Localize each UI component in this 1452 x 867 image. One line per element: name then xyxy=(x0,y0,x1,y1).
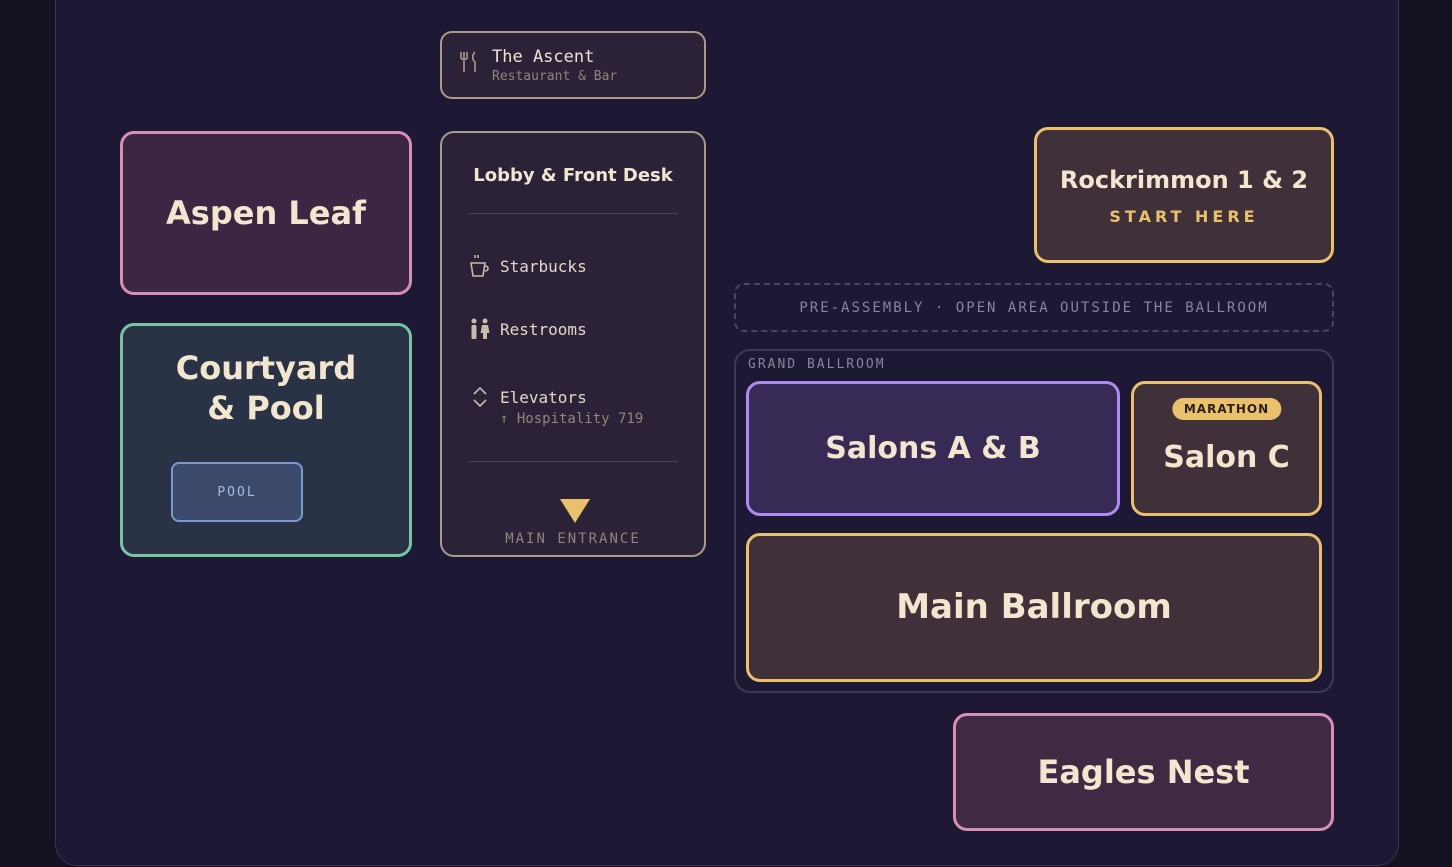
marathon-badge: MARATHON xyxy=(1171,398,1282,420)
eagles-nest-room[interactable]: Eagles Nest xyxy=(953,713,1334,831)
rockrimmon-room[interactable]: Rockrimmon 1 & 2 START HERE xyxy=(1034,127,1334,263)
lobby-title: Lobby & Front Desk xyxy=(473,165,673,186)
salon-c-label: Salon C xyxy=(1163,439,1290,475)
entrance-arrow-icon xyxy=(560,499,590,523)
courtyard-pool-room[interactable]: Courtyard & Pool POOL xyxy=(120,323,412,557)
lobby-divider-bottom xyxy=(468,461,678,462)
main-ballroom-label: Main Ballroom xyxy=(896,587,1172,628)
rockrimmon-label: Rockrimmon 1 & 2 xyxy=(1059,165,1309,194)
salon-c-room[interactable]: MARATHON Salon C xyxy=(1131,381,1322,516)
the-ascent-room[interactable]: The Ascent Restaurant & Bar xyxy=(440,31,706,99)
ascent-name: The Ascent xyxy=(492,46,595,67)
start-here-tag: START HERE xyxy=(1109,206,1259,226)
amenity-label: Starbucks xyxy=(500,256,587,276)
restroom-icon xyxy=(466,317,494,341)
elevator-note: ↑ Hospitality 719 xyxy=(500,411,644,427)
amenity-label: Restrooms xyxy=(500,319,587,339)
pool-area[interactable]: POOL xyxy=(171,462,303,522)
aspen-leaf-label: Aspen Leaf xyxy=(166,194,366,232)
main-entrance-label: MAIN ENTRANCE xyxy=(505,531,641,547)
salons-ab-label: Salons A & B xyxy=(825,430,1041,466)
elevator-icon xyxy=(466,385,494,409)
coffee-icon xyxy=(466,253,494,279)
grand-ballroom-label: GRAND BALLROOM xyxy=(748,357,886,372)
amenity-elevators[interactable]: Elevators xyxy=(466,385,587,409)
salons-ab-room[interactable]: Salons A & B xyxy=(746,381,1120,516)
ascent-subtitle: Restaurant & Bar xyxy=(492,68,618,84)
main-ballroom-room[interactable]: Main Ballroom xyxy=(746,533,1322,682)
amenity-restrooms[interactable]: Restrooms xyxy=(466,317,587,341)
aspen-leaf-room[interactable]: Aspen Leaf xyxy=(120,131,412,295)
lobby-front-desk[interactable]: Lobby & Front Desk Starbucks Restrooms E… xyxy=(440,131,706,557)
amenity-starbucks[interactable]: Starbucks xyxy=(466,253,587,279)
courtyard-label-line1: Courtyard xyxy=(175,349,357,387)
lobby-divider-top xyxy=(468,213,678,214)
amenity-label: Elevators xyxy=(500,387,587,407)
eagles-nest-label: Eagles Nest xyxy=(1037,753,1250,791)
courtyard-label-line2: & Pool xyxy=(207,389,325,427)
pre-assembly-area[interactable]: PRE-ASSEMBLY · OPEN AREA OUTSIDE THE BAL… xyxy=(734,283,1334,332)
fork-knife-icon xyxy=(458,50,480,80)
